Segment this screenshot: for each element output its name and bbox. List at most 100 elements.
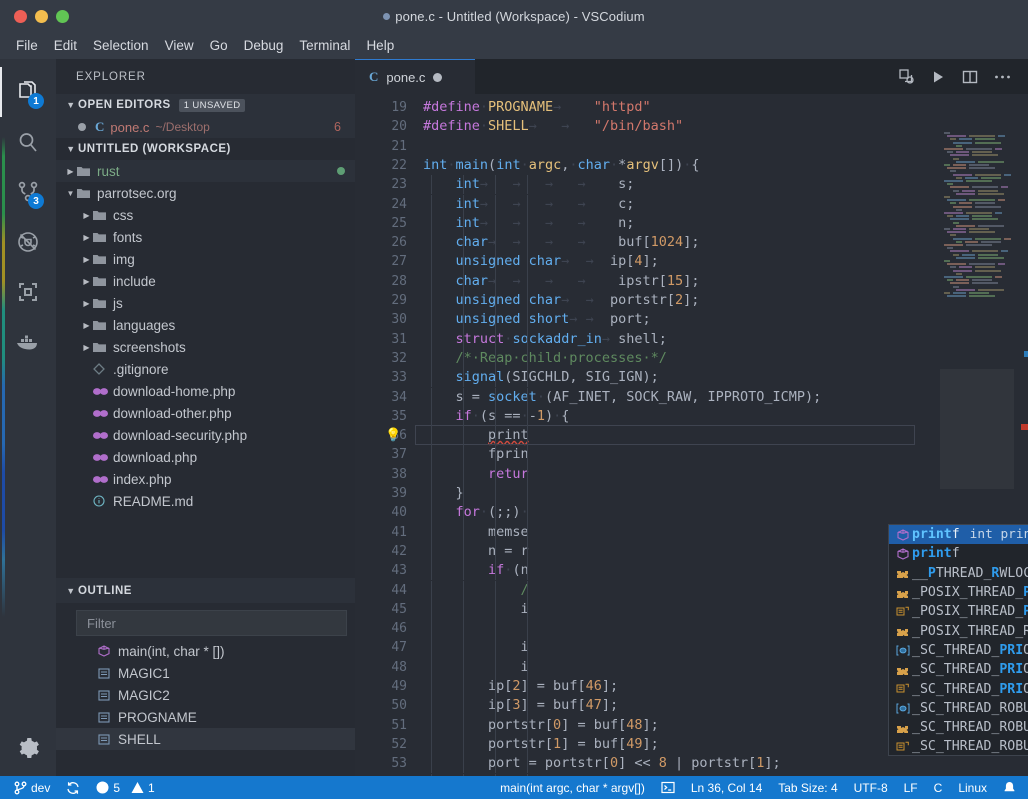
section-open-editors[interactable]: ▼ OPEN EDITORS 1 UNSAVED — [56, 94, 355, 116]
code-line-38[interactable]: 38 retur — [355, 465, 1028, 484]
code-line-20[interactable]: 20 #define·SHELL→ → "/bin/bash" — [355, 117, 1028, 136]
suggest-item[interactable]: __PTHREAD_RWLOCK_INT_FLAGS_SHARED — [889, 564, 1028, 583]
code-line-37[interactable]: 37 fprin — [355, 445, 1028, 464]
status-encoding[interactable]: UTF-8 — [846, 776, 896, 799]
code-editor[interactable]: 19 #define·PROGNAME→ "httpd" 20 #define·SHE… — [355, 94, 1028, 776]
suggest-item[interactable]: _SC_THREAD_PRIO_INHERIT — [889, 660, 1028, 679]
code-line-25[interactable]: 25 int→ → → → n; — [355, 214, 1028, 233]
status-terminal[interactable] — [653, 776, 683, 799]
activitybar-item-debug[interactable] — [0, 217, 56, 267]
code-line-22[interactable]: 22 int·main(int·argc,·char·*argv[])·{ — [355, 156, 1028, 175]
menu-view[interactable]: View — [157, 35, 202, 56]
activitybar-item-source-control[interactable]: 3 — [0, 167, 56, 217]
code-line-29[interactable]: 29 unsigned char→ → portstr[2]; — [355, 291, 1028, 310]
code-line-23[interactable]: 23 int→ → → → s; — [355, 175, 1028, 194]
code-line-26[interactable]: 26 char→ → → → buf[1024]; — [355, 233, 1028, 252]
suggest-item[interactable]: _POSIX_THREAD_ROBUST_PRIO_INHERIT — [889, 621, 1028, 640]
tree-item-js[interactable]: ▶ js — [56, 292, 355, 314]
tree-item-download-home-php[interactable]: ▶download-home.php — [56, 380, 355, 402]
status-language-mode[interactable]: C — [926, 776, 951, 799]
chevron-right-icon[interactable]: ▶ — [80, 233, 93, 242]
suggest-widget[interactable]: printf int printf(const char *__restrict_… — [888, 524, 1028, 756]
menu-edit[interactable]: Edit — [46, 35, 85, 56]
tree-item--gitignore[interactable]: ▶.gitignore — [56, 358, 355, 380]
split-editor-button[interactable] — [956, 63, 984, 91]
suggest-item[interactable]: _SC_THREAD_ROBUST_PRIO_INHERIT — [889, 699, 1028, 718]
minimap-slider[interactable] — [940, 369, 1014, 489]
menu-terminal[interactable]: Terminal — [291, 35, 358, 56]
chevron-right-icon[interactable]: ▶ — [80, 321, 93, 330]
suggest-item[interactable]: _POSIX_THREAD_PRIO_INHERIT — [889, 602, 1028, 621]
status-cursor-position[interactable]: Ln 36, Col 14 — [683, 776, 770, 799]
tree-item-css[interactable]: ▶ css — [56, 204, 355, 226]
tree-item-include[interactable]: ▶ include — [56, 270, 355, 292]
code-line-40[interactable]: 40 for·(;;)· — [355, 503, 1028, 522]
run-code-button[interactable] — [924, 63, 952, 91]
code-line-28[interactable]: 28 char→ → → → ipstr[15]; — [355, 272, 1028, 291]
outline-item-shell[interactable]: SHELL — [56, 728, 355, 750]
chevron-right-icon[interactable]: ▶ — [80, 343, 93, 352]
tree-item-index-php[interactable]: ▶index.php — [56, 468, 355, 490]
code-line-34[interactable]: 34 s = socket·(AF_INET, SOCK_RAW, IPPROT… — [355, 388, 1028, 407]
more-actions-button[interactable] — [988, 63, 1016, 91]
chevron-right-icon[interactable]: ▶ — [80, 277, 93, 286]
suggest-item[interactable]: printf int printf(const char *__restrict_… — [889, 525, 1028, 545]
activitybar-item-docker[interactable] — [0, 317, 56, 367]
activitybar-item-extensions[interactable] — [0, 267, 56, 317]
status-platform[interactable]: Linux — [950, 776, 995, 799]
code-line-19[interactable]: 19 #define·PROGNAME→ "httpd" — [355, 98, 1028, 117]
menu-help[interactable]: Help — [358, 35, 402, 56]
tree-item-rust[interactable]: ▶ rust — [56, 160, 355, 182]
outline-item-magic1[interactable]: MAGIC1 — [56, 662, 355, 684]
lightbulb-icon[interactable]: 💡 — [385, 426, 401, 445]
open-changes-button[interactable] — [892, 63, 920, 91]
tree-item-languages[interactable]: ▶ languages — [56, 314, 355, 336]
code-line-32[interactable]: 32 /*·Reap·child·processes·*/ — [355, 349, 1028, 368]
menu-go[interactable]: Go — [202, 35, 236, 56]
section-workspace[interactable]: ▼ UNTITLED (WORKSPACE) — [56, 138, 355, 160]
tree-item-screenshots[interactable]: ▶ screenshots — [56, 336, 355, 358]
outline-item-magic2[interactable]: MAGIC2 — [56, 684, 355, 706]
tree-item-download-other-php[interactable]: ▶download-other.php — [56, 402, 355, 424]
code-line-24[interactable]: 24 int→ → → → c; — [355, 195, 1028, 214]
tree-item-download-security-php[interactable]: ▶download-security.php — [56, 424, 355, 446]
status-eol[interactable]: LF — [896, 776, 926, 799]
suggest-item[interactable]: _SC_THREAD_ROBUST_PRIO_INHERIT — [889, 718, 1028, 737]
chevron-right-icon[interactable]: ▶ — [80, 211, 93, 220]
suggest-item[interactable]: _SC_THREAD_ROBUST_PRIO_INHERIT — [889, 737, 1028, 755]
suggest-item[interactable]: _POSIX_THREAD_PRIO_INHERIT — [889, 583, 1028, 602]
status-problems[interactable]: 5 1 — [88, 776, 162, 799]
status-branch[interactable]: dev — [0, 776, 58, 799]
suggest-item[interactable]: _SC_THREAD_PRIO_INHERIT — [889, 641, 1028, 660]
code-line-21[interactable]: 21 — [355, 137, 1028, 156]
menu-selection[interactable]: Selection — [85, 35, 157, 56]
outline-filter[interactable] — [76, 610, 347, 636]
code-line-33[interactable]: 33 signal(SIGCHLD, SIG_IGN); — [355, 368, 1028, 387]
code-line-31[interactable]: 31 struct·sockaddr_in→ shell; — [355, 330, 1028, 349]
tree-item-download-php[interactable]: ▶download.php — [56, 446, 355, 468]
code-line-30[interactable]: 30 unsigned short→ → port; — [355, 310, 1028, 329]
tab-dirty-icon[interactable] — [433, 72, 443, 82]
outline-item-main-int-char-[interactable]: main(int, char * []) — [56, 640, 355, 662]
outline-filter-input[interactable] — [87, 615, 346, 631]
menu-debug[interactable]: Debug — [236, 35, 292, 56]
chevron-right-icon[interactable]: ▶ — [80, 299, 93, 308]
section-outline[interactable]: ▼ OUTLINE — [56, 578, 355, 605]
tab-pone-c[interactable]: C pone.c — [355, 59, 475, 94]
activitybar-item-explorer[interactable]: 1 — [0, 67, 56, 117]
code-line-27[interactable]: 27 unsigned char→ → ip[4]; — [355, 252, 1028, 271]
status-sync[interactable] — [58, 776, 88, 799]
suggest-item[interactable]: _SC_THREAD_PRIO_INHERIT — [889, 679, 1028, 698]
status-notifications[interactable] — [995, 776, 1028, 799]
suggest-item[interactable]: print f — [889, 544, 1028, 563]
code-line-53[interactable]: 53 port = portstr[0] << 8 | portstr[1]; — [355, 754, 1028, 773]
open-editor-item-pone-c[interactable]: C pone.c ~/Desktop 6 — [56, 116, 355, 138]
tree-item-readme-md[interactable]: ▶README.md — [56, 490, 355, 512]
code-line-35[interactable]: 35 if·(s ==·-1)·{ — [355, 407, 1028, 426]
tree-item-img[interactable]: ▶ img — [56, 248, 355, 270]
status-tab-size[interactable]: Tab Size: 4 — [770, 776, 845, 799]
activitybar-item-search[interactable] — [0, 117, 56, 167]
chevron-down-icon[interactable]: ▼ — [64, 189, 77, 198]
activitybar-item-settings[interactable] — [0, 724, 56, 772]
chevron-right-icon[interactable]: ▶ — [64, 167, 77, 176]
